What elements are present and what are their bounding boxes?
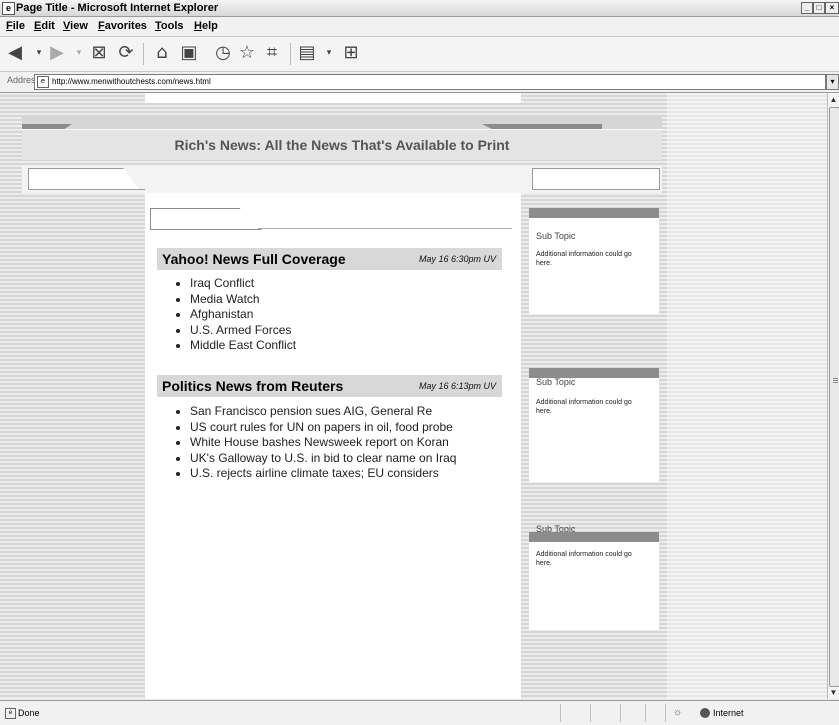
news-section-header: Politics News from Reuters May 16 6:13pm…	[157, 375, 502, 397]
toolbar-separator	[290, 43, 291, 65]
news-section-timestamp: May 16 6:13pm UV	[418, 381, 496, 391]
sidebar-box-bar	[529, 208, 659, 218]
sidebar-box-title: Sub Topic	[536, 377, 576, 387]
address-dropdown-icon[interactable]: ▾	[826, 74, 839, 90]
vertical-scrollbar[interactable]: ▲ ▼	[827, 93, 839, 699]
address-input[interactable]: e http://www.menwithoutchests.com/news.ht…	[34, 74, 826, 90]
grip-icon	[833, 378, 838, 384]
scroll-up-icon[interactable]: ▲	[828, 94, 839, 105]
page-icon[interactable]: ▣	[178, 42, 200, 64]
scroll-thumb[interactable]	[829, 107, 839, 687]
news-link[interactable]: White House bashes Newsweek report on Ko…	[190, 435, 456, 451]
divider	[138, 189, 145, 190]
status-separator	[620, 704, 621, 722]
news-link[interactable]: Media Watch	[190, 292, 296, 308]
site-header: Rich's News: All the News That's Availab…	[22, 129, 662, 160]
news-link[interactable]: San Francisco pension sues AIG, General …	[190, 404, 456, 420]
news-link[interactable]: U.S. Armed Forces	[190, 323, 296, 339]
status-separator	[560, 704, 561, 722]
news-link[interactable]: Iraq Conflict	[190, 276, 296, 292]
security-zone: Internet	[713, 708, 744, 718]
news-section-header: Yahoo! News Full Coverage May 16 6:30pm …	[157, 248, 502, 270]
sidebar-box: Sub Topic Additional information could g…	[529, 524, 659, 630]
ie-page-icon: e	[2, 2, 15, 15]
status-separator	[665, 704, 666, 722]
news-section-title: Politics News from Reuters	[162, 378, 344, 394]
sidebar-box: Sub Topic Additional information could g…	[529, 368, 659, 482]
news-link[interactable]: U.S. rejects airline climate taxes; EU c…	[190, 466, 456, 482]
window-title: Page Title - Microsoft Internet Explorer	[16, 2, 219, 14]
left-nav-tab	[28, 168, 140, 190]
media-icon[interactable]: ⌗	[261, 42, 283, 64]
network-icon[interactable]: ⊞	[340, 42, 362, 64]
address-url: http://www.menwithoutchests.com/news.htm…	[52, 77, 211, 86]
title-bar: e Page Title - Microsoft Internet Explor…	[0, 0, 839, 17]
minimize-button[interactable]: _	[801, 2, 813, 14]
news-section-timestamp: May 16 6:30pm UV	[418, 254, 496, 264]
page-icon: e	[37, 76, 49, 88]
maximize-button[interactable]: □	[813, 2, 825, 14]
news-link[interactable]: Afghanistan	[190, 307, 296, 323]
news-section-title: Yahoo! News Full Coverage	[162, 251, 346, 267]
menu-favorites[interactable]: Favorites	[98, 17, 147, 36]
status-separator	[590, 704, 591, 722]
menu-tools[interactable]: Tools	[155, 17, 184, 36]
news-link[interactable]: UK's Galloway to U.S. in bid to clear na…	[190, 451, 456, 467]
right-background	[667, 93, 827, 699]
forward-icon[interactable]: ▶	[46, 42, 68, 64]
status-separator	[645, 704, 646, 722]
page-content: Rich's News: All the News That's Availab…	[0, 93, 827, 699]
sidebar-box-title: Sub Topic	[536, 231, 576, 241]
home-icon[interactable]: ⌂	[151, 42, 173, 64]
toolbar-separator	[143, 43, 144, 65]
globe-icon: o	[700, 708, 710, 718]
history-icon[interactable]: ◷	[212, 42, 234, 64]
menu-file[interactable]: File	[6, 17, 25, 36]
sidebar-box-text: Additional information could go here.	[536, 251, 632, 267]
menu-bar: File Edit View Favorites Tools Help	[0, 17, 839, 37]
right-nav-box	[532, 168, 660, 190]
status-bar: e Done ☼ o Internet	[0, 700, 839, 725]
sidebar-box-bar	[529, 532, 659, 542]
header-top-band	[22, 117, 662, 129]
close-button[interactable]: ×	[825, 2, 839, 14]
news-list: Iraq Conflict Media Watch Afghanistan U.…	[175, 276, 296, 354]
main-column-top	[145, 93, 521, 103]
status-text: Done	[18, 708, 40, 718]
favorites-icon[interactable]: ☆	[236, 42, 258, 64]
news-link[interactable]: US court rules for UN on papers in oil, …	[190, 420, 456, 436]
back-icon[interactable]: ◀	[4, 42, 26, 64]
print-icon[interactable]: ▤	[296, 42, 318, 64]
security-icon: ☼	[673, 707, 683, 718]
site-title: Rich's News: All the News That's Availab…	[174, 137, 510, 153]
refresh-icon[interactable]: ⟳	[115, 42, 137, 64]
print-dropdown-icon[interactable]: ▾	[318, 42, 340, 64]
sidebar-box-text: Additional information could go here.	[536, 399, 632, 415]
stop-icon[interactable]: ⊠	[88, 42, 110, 64]
sidebar-box-body: Additional information could go here.	[529, 532, 659, 630]
menu-help[interactable]: Help	[194, 17, 218, 36]
page-icon: e	[5, 708, 16, 719]
news-list: San Francisco pension sues AIG, General …	[175, 404, 456, 482]
menu-view[interactable]: View	[63, 17, 88, 36]
toolbar: ◀ ▾ ▶ ▾ ⊠ ⟳ ⌂ ▣ ◷ ☆ ⌗ ▤ ▾ ⊞	[0, 37, 839, 72]
divider	[258, 228, 512, 229]
sidebar-box: Sub Topic Additional information could g…	[529, 208, 659, 314]
menu-edit[interactable]: Edit	[34, 17, 55, 36]
scroll-down-icon[interactable]: ▼	[828, 687, 839, 698]
news-link[interactable]: Middle East Conflict	[190, 338, 296, 354]
address-bar: Address e http://www.menwithoutchests.com…	[0, 72, 839, 93]
forward-dropdown-icon[interactable]: ▾	[68, 42, 90, 64]
sidebar-box-text: Additional information could go here.	[536, 551, 632, 567]
